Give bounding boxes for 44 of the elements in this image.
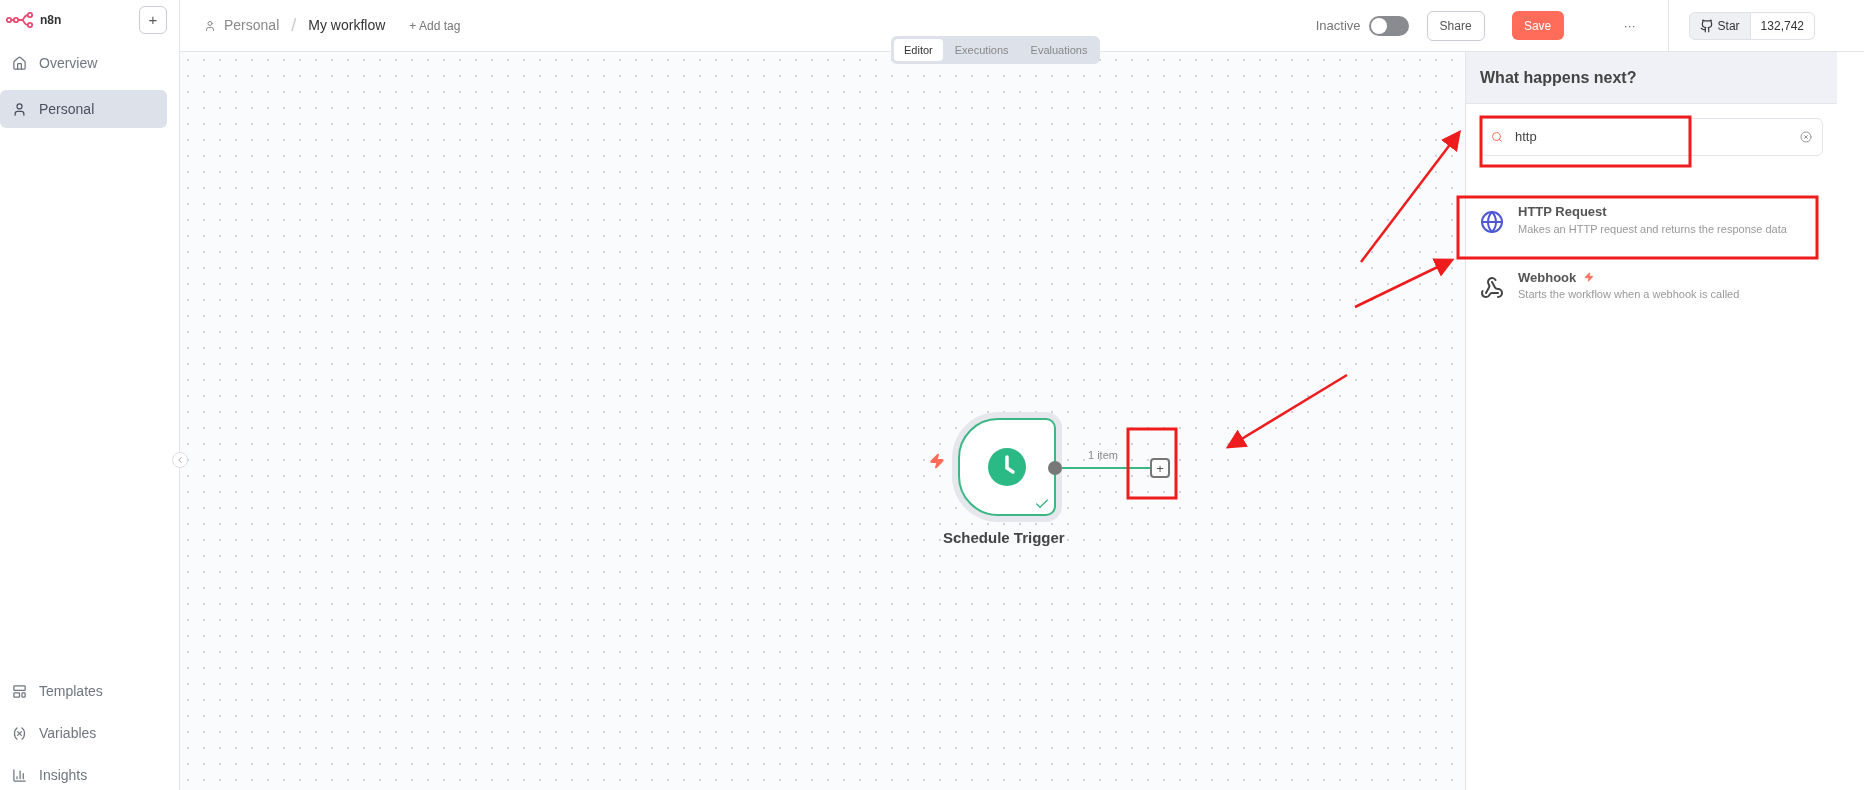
node-result-item[interactable]: HTTP Request Makes an HTTP request and returns the response data bbox=[1466, 198, 1837, 240]
user-icon bbox=[204, 19, 216, 32]
result-title: Webhook bbox=[1518, 268, 1577, 287]
globe-icon bbox=[1480, 210, 1504, 234]
panel-title: What happens next? bbox=[1480, 67, 1637, 88]
add-button[interactable]: + bbox=[139, 6, 167, 34]
node-title: Schedule Trigger bbox=[943, 528, 1065, 548]
github-star-button[interactable]: Star bbox=[1688, 11, 1751, 40]
breadcrumb-link[interactable]: Personal bbox=[224, 15, 280, 36]
result-description: Starts the workflow when a webhook is called bbox=[1518, 287, 1740, 301]
star-count: 132,742 bbox=[1750, 11, 1815, 40]
webhook-icon bbox=[1480, 275, 1504, 300]
result-description: Makes an HTTP request and returns the response data bbox=[1518, 221, 1787, 236]
add-tag-button[interactable]: + Add tag bbox=[409, 16, 461, 35]
sidebar-item[interactable]: Insights bbox=[0, 756, 167, 790]
status-label: Inactive bbox=[1315, 16, 1361, 35]
clock-icon bbox=[988, 448, 1026, 486]
chevron-left-icon bbox=[175, 455, 185, 465]
chart-icon bbox=[12, 767, 27, 783]
github-icon bbox=[1699, 18, 1714, 33]
sidebar-item[interactable]: Overview bbox=[0, 44, 167, 82]
share-button[interactable]: Share bbox=[1426, 10, 1485, 41]
home-icon bbox=[12, 55, 27, 71]
search-input[interactable]: http bbox=[1515, 127, 1788, 147]
result-title: HTTP Request bbox=[1518, 203, 1607, 221]
add-node-button[interactable]: + bbox=[1150, 458, 1170, 478]
more-button[interactable]: ··· bbox=[1623, 15, 1636, 36]
active-toggle[interactable] bbox=[1368, 15, 1409, 36]
collapse-handle[interactable] bbox=[172, 452, 188, 468]
view-tab[interactable]: Editor bbox=[894, 39, 943, 61]
clear-icon[interactable] bbox=[1800, 131, 1812, 143]
sidebar-item[interactable]: Variables bbox=[0, 714, 167, 752]
search-icon bbox=[1491, 131, 1503, 143]
breadcrumb-separator: / bbox=[291, 14, 297, 37]
connection-label: 1 item bbox=[1088, 448, 1118, 463]
logo-icon bbox=[6, 12, 36, 28]
node-result-item[interactable]: Webhook Starts the workflow when a webhook is called bbox=[1466, 263, 1837, 305]
templates-icon bbox=[12, 683, 27, 699]
user-icon bbox=[12, 101, 27, 117]
logo-text: n8n bbox=[40, 12, 62, 29]
sidebar-item[interactable]: Personal bbox=[0, 90, 167, 128]
variables-icon bbox=[12, 725, 27, 741]
sidebar-item[interactable]: Templates bbox=[0, 672, 167, 710]
workflow-name[interactable]: My workflow bbox=[308, 15, 386, 36]
